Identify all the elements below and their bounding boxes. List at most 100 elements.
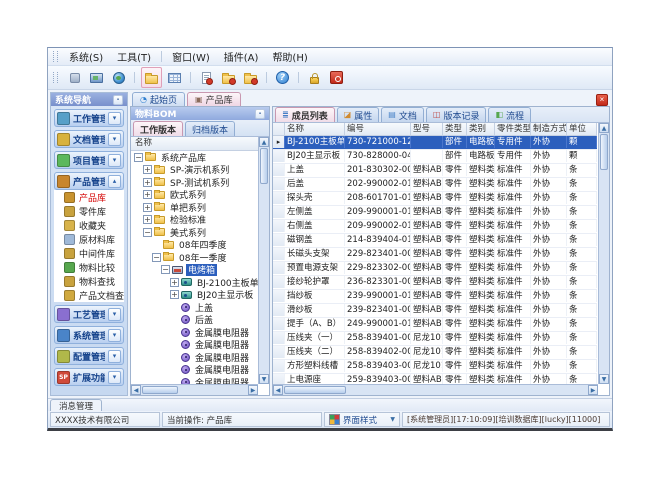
tree-item[interactable]: 金属膜电阻器 [131,326,258,339]
close-tab-button[interactable]: × [596,94,608,106]
sidebar-item-material-compare[interactable]: 物料比较 [54,260,124,274]
sidebar-pin-button[interactable]: ▪ [113,95,123,105]
tree-horizontal-scrollbar[interactable]: ◀ ▶ [131,384,258,395]
table-row[interactable]: 预置电源支架 229-823302-00X 塑料ABS 零件 塑料类 标准件 外… [273,262,597,276]
help-icon[interactable] [273,68,292,87]
table-row[interactable]: 压线夹（二） 258-839402-00X 尼龙1010 零件 塑料类 标准件 … [273,346,597,360]
tree-item[interactable]: 电烤箱 [131,264,258,277]
tree-toggle-icon[interactable] [170,290,179,299]
app-icon[interactable] [65,68,84,87]
tree-item[interactable]: BJ20主显示板 [131,289,258,302]
chevron-icon[interactable] [108,175,121,188]
sidebar-item-part-library[interactable]: 零件库 [54,204,124,218]
tree-item[interactable]: 后盖 [131,314,258,327]
export-folder-icon[interactable] [241,68,260,87]
sidebar-item-product-library[interactable]: 产品库 [54,190,124,204]
menu-plugins[interactable]: 插件(A) [217,48,266,65]
sidebar-group-documents[interactable]: 文档管理 [54,130,124,148]
sidebar-item-material-library[interactable]: 原材料库 [54,232,124,246]
scroll-thumb[interactable] [142,386,178,394]
table-row[interactable]: 方形塑料线槽 258-839403-00X 尼龙1010 零件 塑料类 标准件 … [273,360,597,374]
scroll-up-icon[interactable]: ▲ [259,137,269,147]
chevron-icon[interactable] [108,371,121,384]
tree-toggle-icon[interactable] [143,215,152,224]
sidebar-item-product-doc-search[interactable]: 产品文档查找 [54,288,124,302]
menu-window[interactable]: 窗口(W) [165,48,217,65]
tab-start-page[interactable]: ◔ 起始页 [132,92,185,106]
table-row[interactable]: 磁钢盖 214-839404-01X 塑料ABS 零件 塑料类 标准件 外协 条 [273,234,597,248]
chevron-icon[interactable] [108,112,121,125]
grid-view-icon[interactable] [165,68,184,87]
tree-item[interactable]: 单把系列 [131,201,258,214]
tree-toggle-icon[interactable] [143,228,152,237]
tree-item[interactable]: 金属膜电阻器 [131,364,258,377]
scroll-right-icon[interactable]: ▶ [248,385,258,395]
tree-column-header[interactable]: 名称 [131,137,258,151]
scroll-thumb[interactable] [260,148,268,184]
exit-icon[interactable] [327,68,346,87]
scroll-left-icon[interactable]: ◀ [273,385,283,395]
tree-item[interactable]: 检验标准 [131,214,258,227]
toolbar-grip[interactable] [53,72,58,83]
scroll-right-icon[interactable]: ▶ [588,385,598,395]
sidebar-item-favorites[interactable]: 收藏夹 [54,218,124,232]
table-row[interactable]: 探头壳 208-601701-01X 塑料ABS 零件 塑料类 标准件 外协 条 [273,192,597,206]
tree-item[interactable]: BJ-2100主板单点 [131,276,258,289]
scroll-left-icon[interactable]: ◀ [131,385,141,395]
chevron-icon[interactable] [108,133,121,146]
column-header-type[interactable]: 类型 [443,123,467,136]
tree-item[interactable]: 欧式系列 [131,189,258,202]
scroll-thumb[interactable] [600,134,608,170]
table-row[interactable]: BJ-2100主板单点 730-721000-12X 部件 电路板 专用件 外协… [273,136,597,150]
tab-documents[interactable]: ▤ 文档 [381,107,424,122]
tree-item[interactable]: 美式系列 [131,226,258,239]
scroll-thumb[interactable] [284,386,346,394]
table-row[interactable]: 挡纱板 239-990001-01X 塑料ABS 零件 塑料类 标准件 外协 条 [273,290,597,304]
chevron-icon[interactable] [108,350,121,363]
sidebar-group-process[interactable]: 工艺管理 [54,305,124,323]
tree-item[interactable]: 上盖 [131,301,258,314]
chevron-icon[interactable] [108,329,121,342]
sidebar-group-products[interactable]: 产品管理 [54,172,124,190]
sidebar-group-projects[interactable]: 项目管理 [54,151,124,169]
table-row[interactable]: BJ20主显示板 730-828000-04X 部件 电路板 专用件 外协 颗 [273,150,597,164]
tree-toggle-icon[interactable] [161,265,170,274]
open-library-icon[interactable] [141,67,162,88]
tree-toggle-icon[interactable] [143,178,152,187]
message-manager-tab[interactable]: 消息管理 [50,399,102,411]
table-row[interactable]: 后盖 202-990002-01X 塑料ABS 零件 塑料类 标准件 外协 条 [273,178,597,192]
ui-style-selector[interactable]: 界面样式 ▼ [324,412,400,427]
scroll-down-icon[interactable]: ▼ [599,374,609,384]
import-folder-icon[interactable] [219,68,238,87]
menu-grip[interactable] [53,51,58,62]
version-tab[interactable]: 归档版本 [185,121,235,136]
bom-collapse-button[interactable]: ▪ [255,109,265,119]
tree-item[interactable]: 08年四季度 [131,239,258,252]
column-header-mfg-method[interactable]: 制造方式 [531,123,567,136]
table-row[interactable]: 上盖 201-830302-00X 塑料ABS 零件 塑料类 标准件 外协 条 [273,164,597,178]
lock-icon[interactable] [305,68,324,87]
column-header-unit[interactable]: 单位 [567,123,597,136]
sidebar-item-material-search[interactable]: 物料查找 [54,274,124,288]
tab-product-library[interactable]: ▣ 产品库 [187,92,241,106]
sidebar-group-config[interactable]: 配置管理 [54,347,124,365]
sidebar-group-work[interactable]: 工作管理 [54,109,124,127]
globe-icon[interactable] [109,68,128,87]
sidebar-group-system[interactable]: 系统管理 [54,326,124,344]
tab-member-list[interactable]: ≣ 成员列表 [275,107,335,122]
tree-vertical-scrollbar[interactable]: ▲ ▼ [258,137,269,384]
table-row[interactable]: 右侧盖 209-990002-01X 塑料ABS 零件 塑料类 标准件 外协 条 [273,220,597,234]
sidebar-group-extensions[interactable]: SP 扩展功能 [54,368,124,386]
table-horizontal-scrollbar[interactable]: ◀ ▶ [273,384,598,395]
tree-toggle-icon[interactable] [170,278,179,287]
tab-workflow[interactable]: ◧ 流程 [488,107,531,122]
chevron-icon[interactable] [108,154,121,167]
version-tab[interactable]: 工作版本 [133,121,183,136]
scroll-down-icon[interactable]: ▼ [259,374,269,384]
tree-item[interactable]: 金属膜电阻器 [131,339,258,352]
close-document-icon[interactable] [197,68,216,87]
column-header-model[interactable]: 型号 [411,123,443,136]
table-row[interactable]: 滑纱板 239-823401-00X 塑料ABS 零件 塑料类 标准件 外协 条 [273,304,597,318]
sidebar-item-middleware-library[interactable]: 中间件库 [54,246,124,260]
column-header-name[interactable]: 名称 [285,123,345,136]
